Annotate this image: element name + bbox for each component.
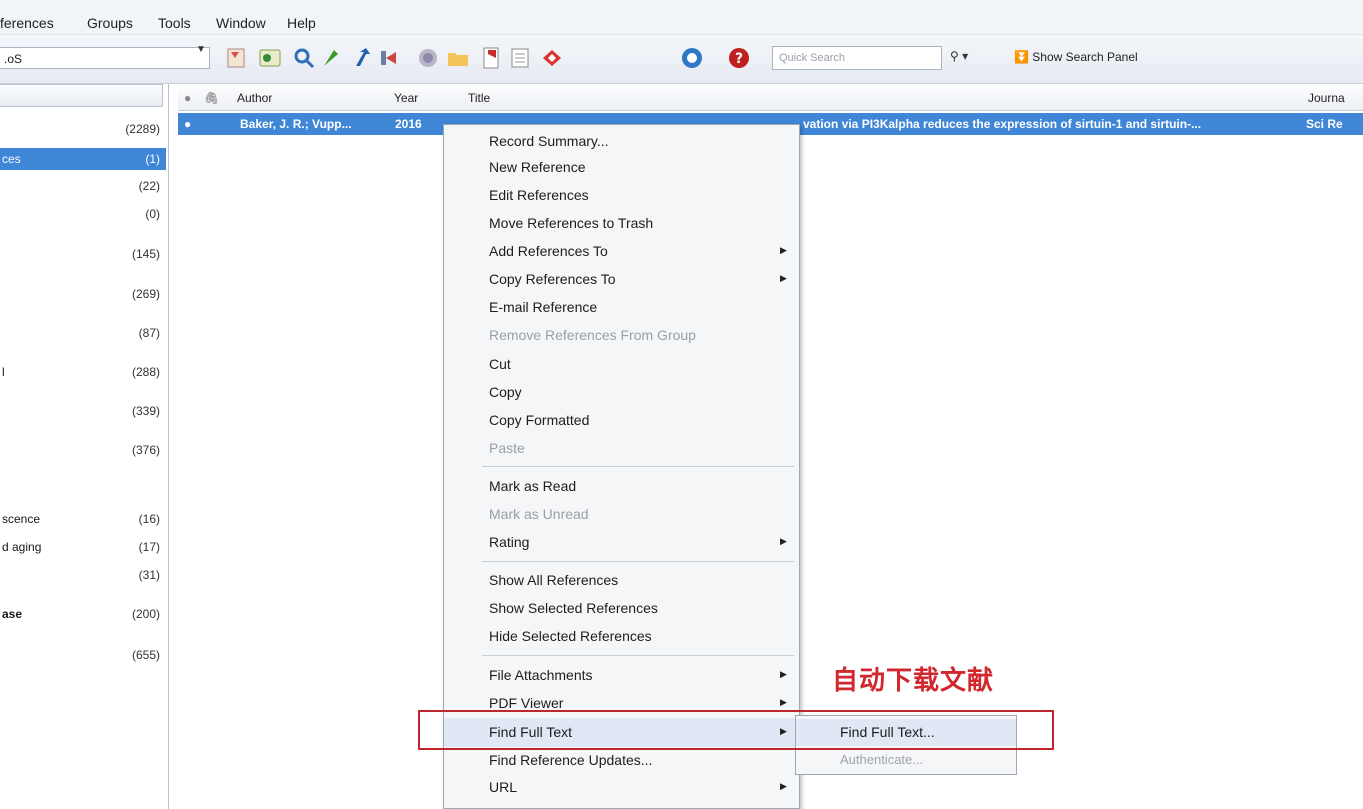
menu-groups[interactable]: Groups xyxy=(87,15,133,31)
show-search-panel-label: Show Search Panel xyxy=(1032,50,1138,64)
output-style-select[interactable]: .oS xyxy=(0,47,210,69)
chevron-down-icon[interactable]: ▼ xyxy=(196,44,206,55)
globe-icon[interactable] xyxy=(416,46,440,70)
submenu-arrow-icon: ▶ xyxy=(780,245,787,255)
menu-add-references-to[interactable]: Add References To ▶ xyxy=(444,239,799,265)
row-title: vation via PI3Kalpha reduces the express… xyxy=(803,117,1202,131)
group-item[interactable]: (145) xyxy=(0,243,166,265)
double-chevron-down-icon: ⏬ xyxy=(1014,50,1029,64)
menu-separator xyxy=(482,466,794,467)
menu-cut[interactable]: Cut xyxy=(444,352,799,378)
submenu-arrow-icon: ▶ xyxy=(780,273,787,283)
menu-record-summary[interactable]: Record Summary... xyxy=(444,129,799,155)
find-icon[interactable] xyxy=(292,46,316,70)
groups-panel: (2289) ces (1) (22) (0) (145) (269) (87) … xyxy=(0,84,169,809)
quick-search-input[interactable]: Quick Search xyxy=(772,46,942,70)
pdf-icon[interactable] xyxy=(480,46,504,70)
menu-mark-as-read[interactable]: Mark as Read xyxy=(444,474,799,500)
show-search-panel-button[interactable]: ⏬ Show Search Panel xyxy=(1014,50,1138,64)
column-journal[interactable]: Journa xyxy=(1308,91,1345,105)
export-icon[interactable] xyxy=(350,46,374,70)
group-item[interactable]: scence (16) xyxy=(0,508,166,530)
menu-remove-from-group: Remove References From Group xyxy=(489,327,696,343)
group-item[interactable]: l (288) xyxy=(0,361,166,383)
group-item[interactable]: ase (200) xyxy=(0,603,166,625)
share-icon[interactable] xyxy=(540,46,564,70)
format-icon[interactable] xyxy=(508,46,532,70)
menu-tools[interactable]: Tools xyxy=(158,15,191,31)
menu-file-attachments[interactable]: File Attachments ▶ xyxy=(444,663,799,689)
menu-rating[interactable]: Rating ▶ xyxy=(444,530,799,556)
menu-window[interactable]: Window xyxy=(216,15,266,31)
menu-move-to-trash[interactable]: Move References to Trash xyxy=(444,211,799,237)
group-item[interactable]: (87) xyxy=(0,322,166,344)
menu-show-selected-references[interactable]: Show Selected References xyxy=(444,596,799,622)
online-search-icon[interactable] xyxy=(225,46,249,70)
menu-paste: Paste xyxy=(489,440,525,456)
submenu-arrow-icon: ▶ xyxy=(780,781,787,791)
group-item[interactable]: (376) xyxy=(0,439,166,461)
toolbar: .oS ▼ ? Quick Search ⚲ ▾ ⏬ Show Search P… xyxy=(0,35,1363,84)
svg-text:?: ? xyxy=(735,51,743,67)
menu-separator xyxy=(482,655,794,656)
back-icon[interactable] xyxy=(378,46,402,70)
menu-new-reference[interactable]: New Reference xyxy=(444,155,799,181)
menu-copy-formatted[interactable]: Copy Formatted xyxy=(444,408,799,434)
group-item[interactable]: (269) xyxy=(0,283,166,305)
menu-separator xyxy=(482,561,794,562)
submenu-authenticate: Authenticate... xyxy=(840,752,924,767)
annotation-note: 自动下载文献 xyxy=(832,665,995,695)
sync-icon[interactable] xyxy=(680,46,704,70)
read-status-icon[interactable]: ● xyxy=(184,91,191,105)
row-author: Baker, J. R.; Vupp... xyxy=(240,117,352,131)
menu-copy[interactable]: Copy xyxy=(444,380,799,406)
group-item[interactable]: d aging (17) xyxy=(0,536,166,558)
group-item[interactable]: (339) xyxy=(0,400,166,422)
attachment-icon[interactable]: 🖇 xyxy=(204,91,219,105)
row-year: 2016 xyxy=(395,117,422,131)
menu-mark-as-unread: Mark as Unread xyxy=(489,506,589,522)
read-dot-icon: ● xyxy=(184,117,192,131)
menu-hide-selected-references[interactable]: Hide Selected References xyxy=(444,624,799,650)
group-item[interactable]: (655) xyxy=(0,644,166,666)
menu-references[interactable]: ferences xyxy=(0,15,54,31)
submenu-arrow-icon: ▶ xyxy=(780,536,787,546)
groups-header xyxy=(0,84,163,107)
import-icon[interactable] xyxy=(258,46,282,70)
insert-citation-icon[interactable] xyxy=(320,46,344,70)
reference-table-header: ● 🖇 Author Year Title Journa xyxy=(178,86,1363,111)
open-folder-icon[interactable] xyxy=(446,46,470,70)
group-item[interactable]: (22) xyxy=(0,175,166,197)
menu-bar: ferences Groups Tools Window Help xyxy=(0,0,1363,35)
column-title[interactable]: Title xyxy=(468,91,490,105)
row-journal: Sci Re xyxy=(1306,117,1343,131)
menu-url[interactable]: URL ▶ xyxy=(444,775,799,801)
column-year[interactable]: Year xyxy=(394,91,418,105)
submenu-arrow-icon: ▶ xyxy=(780,697,787,707)
highlight-box xyxy=(418,710,1054,750)
menu-copy-references-to[interactable]: Copy References To ▶ xyxy=(444,267,799,293)
help-icon[interactable]: ? xyxy=(727,46,751,70)
group-item-selected[interactable]: ces (1) xyxy=(0,148,166,170)
menu-help[interactable]: Help xyxy=(287,15,316,31)
group-item[interactable]: (31) xyxy=(0,564,166,586)
menu-email-reference[interactable]: E-mail Reference xyxy=(444,295,799,321)
column-author[interactable]: Author xyxy=(237,91,272,105)
menu-find-reference-updates[interactable]: Find Reference Updates... xyxy=(444,748,799,774)
menu-show-all-references[interactable]: Show All References xyxy=(444,568,799,594)
menu-edit-references[interactable]: Edit References xyxy=(444,183,799,209)
group-item[interactable]: (2289) xyxy=(0,118,166,140)
submenu-arrow-icon: ▶ xyxy=(780,669,787,679)
group-item[interactable]: (0) xyxy=(0,203,166,225)
context-menu: Record Summary... New Reference Edit Ref… xyxy=(443,124,800,809)
search-icon[interactable]: ⚲ ▾ xyxy=(950,49,968,63)
